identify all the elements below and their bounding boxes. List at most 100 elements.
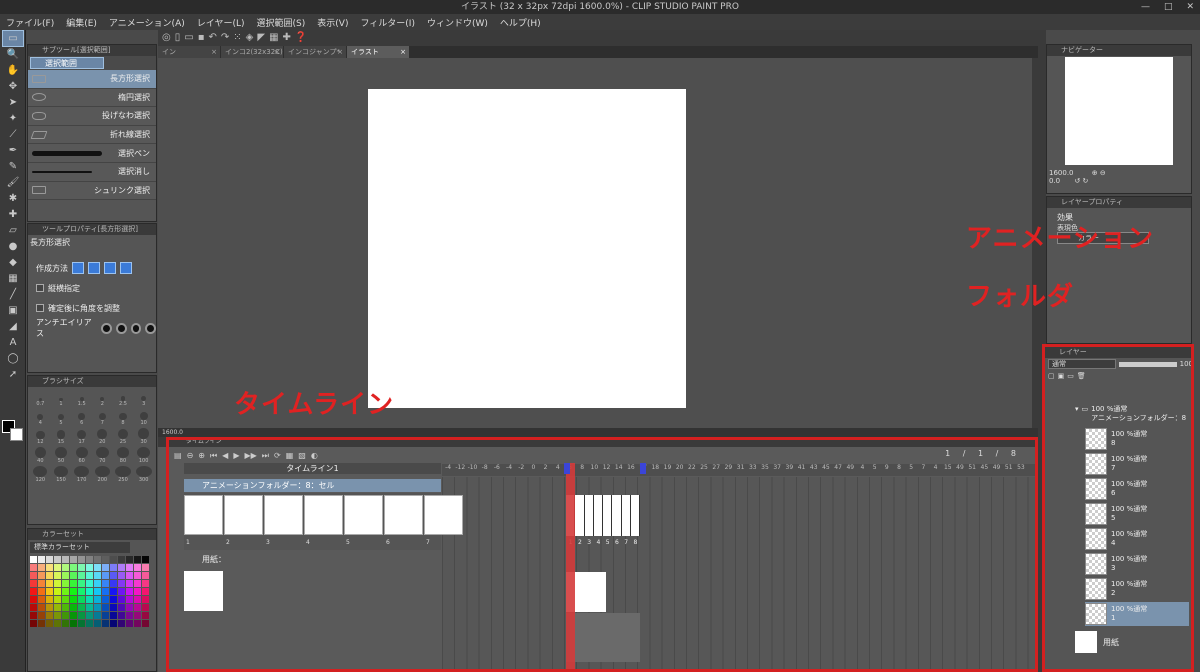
onion-skin-icon[interactable]: ◐ xyxy=(311,451,318,460)
color-swatch[interactable] xyxy=(94,588,101,595)
color-swatch[interactable] xyxy=(30,556,37,563)
ruler-icon[interactable]: ◢ xyxy=(3,319,23,334)
color-swatch[interactable] xyxy=(62,564,69,571)
brush-size-cell[interactable]: 3 xyxy=(133,390,154,407)
color-swatch[interactable] xyxy=(54,604,61,611)
color-swatch[interactable] xyxy=(38,612,45,619)
subtract-selection-button[interactable] xyxy=(104,262,116,274)
brush-size-cell[interactable]: 17 xyxy=(71,428,92,445)
zoom-out-icon[interactable]: ⊖ xyxy=(1100,169,1106,177)
color-swatch[interactable] xyxy=(102,564,109,571)
color-swatch[interactable] xyxy=(46,620,53,627)
color-swatch[interactable] xyxy=(110,564,117,571)
cell-thumbnail[interactable]: 4 xyxy=(304,495,343,546)
last-frame-icon[interactable]: ⏭ xyxy=(262,451,269,461)
color-swatch[interactable] xyxy=(110,580,117,587)
color-swatch[interactable] xyxy=(142,612,149,619)
color-swatch[interactable] xyxy=(94,612,101,619)
layer-item[interactable]: 100 %通常 5 xyxy=(1085,502,1189,526)
color-swatch[interactable] xyxy=(46,572,53,579)
nav-angle-value[interactable]: 0.0 xyxy=(1049,177,1060,185)
color-swatch[interactable] xyxy=(38,588,45,595)
aspect-checkbox[interactable] xyxy=(36,284,44,292)
menu-help[interactable]: ヘルプ(H) xyxy=(500,16,541,29)
color-swatch[interactable] xyxy=(46,604,53,611)
color-swatch[interactable] xyxy=(78,556,85,563)
frame-cell[interactable] xyxy=(575,495,585,536)
color-swatch[interactable] xyxy=(102,580,109,587)
color-swatch[interactable] xyxy=(86,604,93,611)
rotate-left-icon[interactable]: ↺ xyxy=(1074,177,1080,185)
layer-item[interactable]: 100 %通常 6 xyxy=(1085,477,1189,501)
new-raster-layer-icon[interactable]: ▢ xyxy=(1048,372,1055,380)
snap-grid-icon[interactable]: ▦ xyxy=(269,32,278,43)
color-swatch[interactable] xyxy=(142,556,149,563)
prev-frame-icon[interactable]: ◀ xyxy=(222,451,228,460)
color-swatch[interactable] xyxy=(54,556,61,563)
color-swatch[interactable] xyxy=(30,596,37,603)
color-swatch[interactable] xyxy=(134,612,141,619)
color-swatch[interactable] xyxy=(78,572,85,579)
close-icon[interactable]: ✕ xyxy=(1186,0,1194,14)
aa-mid-button[interactable] xyxy=(130,322,142,334)
doc-tab-inko2[interactable]: インコ2(32x32C) × xyxy=(221,46,283,58)
color-swatch[interactable] xyxy=(94,580,101,587)
color-swatch[interactable] xyxy=(46,580,53,587)
new-folder-icon[interactable]: ▭ xyxy=(1067,372,1074,380)
color-swatch[interactable] xyxy=(142,572,149,579)
new-anim-folder-icon[interactable]: ▦ xyxy=(286,451,294,460)
subtool-item-ellipse[interactable]: 楕円選択 xyxy=(28,88,156,108)
color-swatch[interactable] xyxy=(54,580,61,587)
color-swatch[interactable] xyxy=(126,580,133,587)
color-swatch[interactable] xyxy=(134,596,141,603)
zoom-out-icon[interactable]: ⊖ xyxy=(187,451,194,460)
line-icon[interactable]: ╱ xyxy=(3,287,23,302)
cell-thumbnail[interactable]: 6 xyxy=(384,495,423,546)
color-swatch[interactable] xyxy=(118,572,125,579)
color-swatch[interactable] xyxy=(94,564,101,571)
subtool-tab-selection[interactable]: 選択範囲 xyxy=(30,57,104,69)
timeline-track-anim-folder[interactable]: アニメーションフォルダー：8：セル xyxy=(184,479,441,492)
color-swatch[interactable] xyxy=(118,620,125,627)
color-swatch[interactable] xyxy=(46,588,53,595)
color-swatch[interactable] xyxy=(70,612,77,619)
subtool-item-selection-eraser[interactable]: 選択消し xyxy=(28,162,156,182)
layer-item[interactable]: 100 %通常 8 xyxy=(1085,427,1189,451)
brush-size-cell[interactable]: 40 xyxy=(30,447,51,464)
cell-thumbnail[interactable]: 1 xyxy=(184,495,223,546)
new-file-icon[interactable]: ▯ xyxy=(175,32,181,43)
color-swatch[interactable] xyxy=(30,588,37,595)
save-icon[interactable]: ▪ xyxy=(198,32,205,43)
color-swatch[interactable] xyxy=(86,612,93,619)
frame-grid[interactable] xyxy=(442,477,1036,669)
brush-size-cell[interactable]: 50 xyxy=(51,447,72,464)
color-swatch[interactable] xyxy=(118,588,125,595)
nav-zoom-value[interactable]: 1600.0 xyxy=(1049,169,1074,177)
doc-tab-inko-jump[interactable]: インコジャンプ* × xyxy=(284,46,346,58)
color-swatch[interactable] xyxy=(54,564,61,571)
color-swatch[interactable] xyxy=(78,612,85,619)
brush-size-cell[interactable]: 25 xyxy=(113,428,134,445)
frame-cell[interactable] xyxy=(603,495,613,536)
brush-size-cell[interactable]: 6 xyxy=(71,409,92,426)
color-swatch[interactable] xyxy=(142,596,149,603)
layer-item[interactable]: 100 %通常 7 xyxy=(1085,452,1189,476)
color-swatch[interactable] xyxy=(62,556,69,563)
color-swatch[interactable] xyxy=(126,588,133,595)
brush-tool-icon[interactable]: 🖌 xyxy=(3,175,23,190)
cell-thumbnail[interactable]: 5 xyxy=(344,495,383,546)
brush-size-cell[interactable]: 60 xyxy=(71,447,92,464)
color-swatch[interactable] xyxy=(102,588,109,595)
aa-strong-button[interactable] xyxy=(145,322,156,334)
color-swatch[interactable] xyxy=(70,620,77,627)
blend-mode-select[interactable]: 通常 xyxy=(1048,359,1116,369)
color-swatch[interactable] xyxy=(62,572,69,579)
color-swatch[interactable] xyxy=(54,588,61,595)
menu-edit[interactable]: 編集(E) xyxy=(66,16,97,29)
brush-size-cell[interactable]: 1.5 xyxy=(71,390,92,407)
close-tab-icon[interactable]: × xyxy=(400,46,406,58)
new-selection-button[interactable] xyxy=(72,262,84,274)
timeline-name[interactable]: タイムライン1 xyxy=(184,463,441,474)
transform-icon[interactable]: ⁙ xyxy=(233,32,241,43)
hand-tool-icon[interactable]: ✋ xyxy=(3,63,23,78)
